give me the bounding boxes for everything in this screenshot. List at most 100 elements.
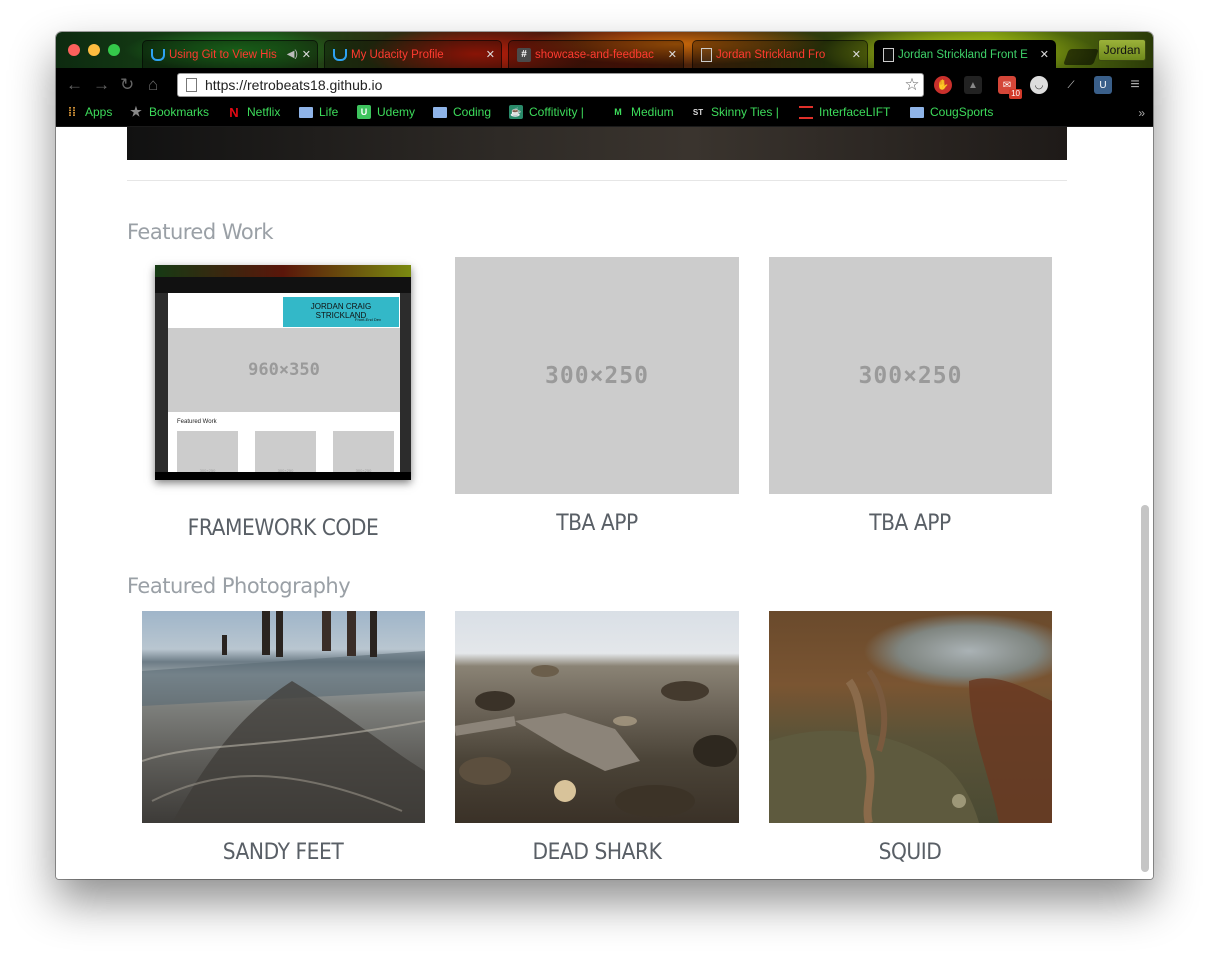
home-icon[interactable]: ⌂	[148, 76, 158, 93]
more-bookmarks-chevron-icon[interactable]: »	[1138, 106, 1145, 120]
framework-code-thumbnail[interactable]: JORDAN CRAIG STRICKLAND Front-End Dev 96…	[155, 265, 411, 480]
graduation-cap-icon[interactable]: ▲	[964, 76, 982, 94]
close-tab-icon[interactable]: ✕	[1040, 48, 1049, 61]
featured-work-heading: Featured Work	[127, 220, 274, 244]
adblock-icon[interactable]: ✋	[934, 76, 952, 94]
eyedropper-icon[interactable]: ⟋	[1062, 76, 1080, 94]
folder-icon	[433, 106, 447, 118]
sandy-feet-illustration	[142, 611, 425, 823]
bookmark-label: Coffitivity |	[529, 105, 584, 119]
bookmark-label: Netflix	[247, 105, 281, 119]
bookmark-label: Bookmarks	[149, 105, 210, 119]
bookmark-medium[interactable]: M Medium	[611, 105, 673, 119]
new-tab-button[interactable]	[1063, 49, 1099, 65]
close-window-button[interactable]	[68, 44, 80, 56]
skinny-ties-icon: ST	[692, 107, 704, 117]
section-divider	[127, 180, 1067, 181]
bookmark-life[interactable]: Life	[299, 105, 338, 119]
bookmark-skinny-ties[interactable]: ST Skinny Ties |	[691, 105, 779, 119]
profile-button[interactable]: Jordan	[1098, 39, 1146, 61]
photo-caption-sandy-feet[interactable]: SANDY FEET	[145, 840, 421, 865]
tab-title: My Udacity Profile	[351, 48, 444, 61]
thumb-hero-label: 960×350	[248, 360, 320, 380]
address-bar[interactable]: ☆	[177, 73, 924, 97]
bookmark-bookmarks[interactable]: ★ Bookmarks	[129, 104, 210, 119]
thumb-toolbar	[155, 277, 411, 293]
bookmark-interfacelift[interactable]: InterfaceLIFT	[799, 105, 890, 119]
menu-icon[interactable]: ≡	[1126, 76, 1144, 94]
bookmark-label: Udemy	[377, 105, 416, 119]
placeholder-size-label: 300×250	[858, 362, 963, 389]
apps-grid-icon: ⁞⁞	[68, 105, 76, 119]
gmail-icon[interactable]: ✉ 10	[998, 76, 1022, 99]
bookmarks-bar: ⁞⁞ Apps ★ Bookmarks N Netflix Life U Udemy C…	[56, 102, 1153, 127]
medium-icon: M	[614, 107, 622, 117]
browser-window: Using Git to View His ◀) ✕ My Udacity Pr…	[56, 32, 1153, 879]
bookmark-label: Apps	[85, 105, 113, 119]
udemy-icon: U	[357, 105, 371, 119]
close-tab-icon[interactable]: ✕	[486, 48, 495, 61]
bookmark-label: CougSports	[930, 105, 994, 119]
document-icon	[701, 47, 712, 62]
tab-title: Jordan Strickland Fro	[716, 48, 826, 61]
work-caption-tba-app[interactable]: TBA APP	[459, 511, 735, 536]
tab-strip: Using Git to View His ◀) ✕ My Udacity Pr…	[56, 32, 1153, 68]
tab-udacity-profile[interactable]: My Udacity Profile ✕	[324, 40, 502, 68]
tab-jordan-strickland[interactable]: Jordan Strickland Fro ✕	[692, 40, 868, 68]
dead-shark-photo[interactable]	[455, 611, 739, 823]
mail-count-badge: 10	[1009, 89, 1022, 99]
bookmark-cougsports[interactable]: CougSports	[910, 105, 993, 119]
coffitivity-icon: ☕	[509, 105, 523, 119]
forward-arrow-icon[interactable]: →	[93, 76, 110, 93]
tab-showcase-feedback[interactable]: # showcase-and-feedbac ✕	[508, 40, 684, 68]
bookmark-coffitivity[interactable]: ☕ Coffitivity |	[509, 105, 584, 119]
reload-icon[interactable]: ↻	[120, 76, 134, 93]
close-tab-icon[interactable]: ✕	[668, 48, 677, 61]
tba-app-placeholder[interactable]: 300×250	[769, 257, 1052, 494]
thumb-dock	[155, 472, 411, 480]
speaker-icon[interactable]: ◀)	[287, 49, 298, 60]
bookmark-coding[interactable]: Coding	[433, 105, 491, 119]
interfacelift-icon	[799, 105, 813, 119]
bookmark-apps[interactable]: ⁞⁞ Apps	[65, 105, 112, 119]
tba-app-placeholder[interactable]: 300×250	[455, 257, 739, 494]
zoom-window-button[interactable]	[108, 44, 120, 56]
tab-title: Using Git to View His	[169, 48, 277, 61]
thumb-hero-placeholder: 960×350	[168, 328, 400, 412]
folder-icon	[299, 106, 313, 118]
page-content: Featured Work JORDAN CRAIG STRICKLAND Fr…	[56, 127, 1153, 879]
tab-using-git[interactable]: Using Git to View His ◀) ✕	[142, 40, 318, 68]
work-caption-framework-code[interactable]: FRAMEWORK CODE	[145, 516, 421, 541]
url-input[interactable]	[205, 77, 901, 93]
tab-title: showcase-and-feedbac	[535, 48, 654, 61]
folder-icon	[910, 106, 924, 118]
back-arrow-icon[interactable]: ←	[66, 76, 83, 93]
tab-title: Jordan Strickland Front E	[898, 48, 1028, 61]
extension-u-icon[interactable]: U	[1094, 76, 1112, 94]
placeholder-size-label: 300×250	[545, 362, 649, 389]
bookmark-label: Skinny Ties |	[711, 105, 779, 119]
work-caption-tba-app[interactable]: TBA APP	[772, 511, 1048, 536]
udacity-icon	[151, 48, 165, 61]
bookmark-star-icon[interactable]: ☆	[901, 75, 923, 95]
pocket-icon[interactable]: ◡	[1030, 76, 1048, 94]
hash-icon: #	[517, 47, 531, 62]
tab-jordan-strickland-active[interactable]: Jordan Strickland Front E ✕	[874, 40, 1056, 68]
photo-caption-squid[interactable]: SQUID	[772, 840, 1048, 865]
bookmark-udemy[interactable]: U Udemy	[357, 105, 415, 119]
photo-caption-dead-shark[interactable]: DEAD SHARK	[459, 840, 735, 865]
thumb-tab-strip	[155, 265, 411, 277]
squid-photo[interactable]	[769, 611, 1052, 823]
close-tab-icon[interactable]: ✕	[852, 48, 861, 61]
bookmark-netflix[interactable]: N Netflix	[227, 104, 281, 120]
minimize-window-button[interactable]	[88, 44, 100, 56]
thumb-box: 300×250	[255, 431, 316, 475]
dead-shark-illustration	[455, 665, 737, 817]
netflix-icon: N	[229, 104, 239, 120]
bookmark-label: InterfaceLIFT	[819, 105, 891, 119]
page-icon	[186, 78, 197, 92]
bookmark-label: Coding	[453, 105, 492, 119]
vertical-scrollbar[interactable]	[1141, 505, 1149, 872]
close-tab-icon[interactable]: ✕	[302, 48, 311, 61]
sandy-feet-photo[interactable]	[142, 611, 425, 823]
